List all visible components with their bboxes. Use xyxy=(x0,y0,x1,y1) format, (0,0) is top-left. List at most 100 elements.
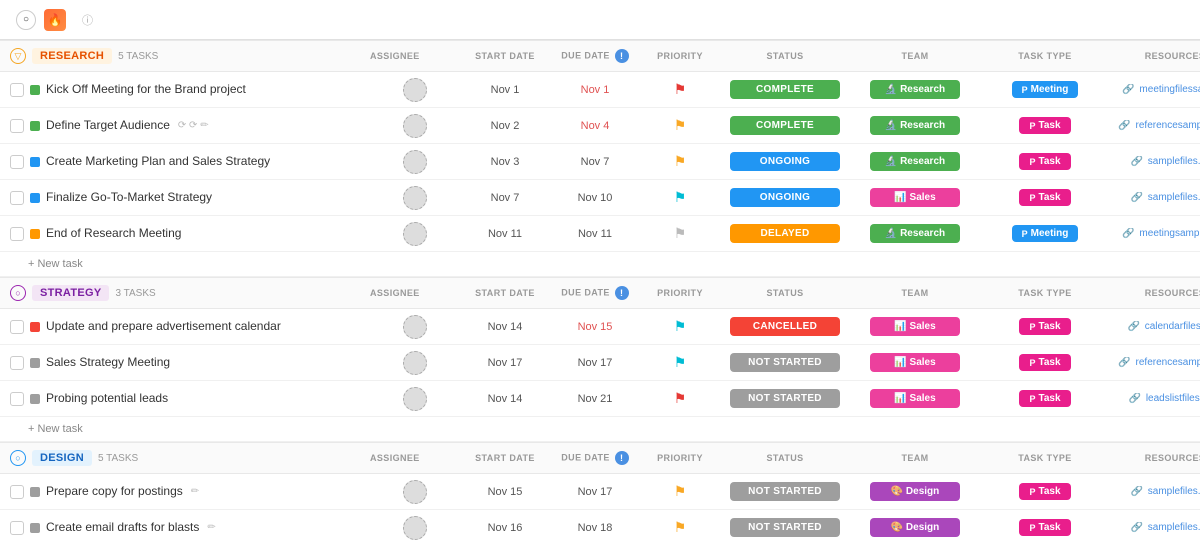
status-cell[interactable]: ONGOING xyxy=(720,152,850,171)
task-type-cell[interactable]: P Task xyxy=(980,153,1110,170)
due-date-cell[interactable]: Nov 7 xyxy=(550,156,640,168)
task-type-cell[interactable]: P Task xyxy=(980,483,1110,500)
section-header-research: ▽ RESEARCH 5 TASKS ASSIGNEE START DATE D… xyxy=(0,40,1200,72)
table-row: Create Marketing Plan and Sales Strategy… xyxy=(0,144,1200,180)
task-type-cell[interactable]: P Task xyxy=(980,318,1110,335)
task-checkbox[interactable] xyxy=(10,485,24,499)
resource-link[interactable]: referencesample.com xyxy=(1136,357,1200,368)
resource-link[interactable]: calendarfiles.com xyxy=(1145,321,1200,332)
new-task-row[interactable]: + New task xyxy=(0,252,1200,277)
task-checkbox[interactable] xyxy=(10,521,24,535)
task-checkbox[interactable] xyxy=(10,227,24,241)
priority-cell[interactable]: ⚑ xyxy=(640,153,720,170)
priority-cell[interactable]: ⚑ xyxy=(640,225,720,242)
task-type-cell[interactable]: P Task xyxy=(980,519,1110,536)
due-date-cell[interactable]: Nov 4 xyxy=(550,120,640,132)
task-checkbox[interactable] xyxy=(10,191,24,205)
col-due-date: DUE DATE ! xyxy=(550,49,640,63)
status-cell[interactable]: NOT STARTED xyxy=(720,389,850,408)
team-cell[interactable]: 📊 Sales xyxy=(850,188,980,207)
due-date-cell[interactable]: Nov 17 xyxy=(550,357,640,369)
task-type-cell[interactable]: P Task xyxy=(980,354,1110,371)
team-cell[interactable]: 🔬 Research xyxy=(850,116,980,135)
priority-cell[interactable]: ⚑ xyxy=(640,390,720,407)
col-start-date: START DATE xyxy=(460,51,550,61)
resource-link[interactable]: leadslistfiles.com xyxy=(1146,393,1200,404)
team-cell[interactable]: 🎨 Design xyxy=(850,482,980,501)
resource-link[interactable]: samplefiles.com xyxy=(1148,522,1200,533)
status-cell[interactable]: COMPLETE xyxy=(720,80,850,99)
priority-cell[interactable]: ⚑ xyxy=(640,189,720,206)
edit-icon[interactable]: ✏ xyxy=(191,486,199,497)
status-cell[interactable]: ONGOING xyxy=(720,188,850,207)
due-date-cell[interactable]: Nov 18 xyxy=(550,522,640,534)
task-name: Kick Off Meeting for the Brand project xyxy=(46,82,246,98)
priority-cell[interactable]: ⚑ xyxy=(640,117,720,134)
back-button[interactable]: ○ xyxy=(16,10,36,30)
priority-cell[interactable]: ⚑ xyxy=(640,354,720,371)
status-cell[interactable]: NOT STARTED xyxy=(720,518,850,537)
team-cell[interactable]: 📊 Sales xyxy=(850,317,980,336)
priority-cell[interactable]: ⚑ xyxy=(640,318,720,335)
resource-link[interactable]: samplefiles.com xyxy=(1148,192,1200,203)
section-toggle-strategy[interactable]: ○ xyxy=(10,285,26,301)
col-task-type: TASK TYPE xyxy=(980,51,1110,61)
task-checkbox[interactable] xyxy=(10,356,24,370)
resource-link[interactable]: meetingfilessample. xyxy=(1139,84,1200,95)
status-cell[interactable]: NOT STARTED xyxy=(720,353,850,372)
team-badge: 🔬 Research xyxy=(870,116,960,135)
task-checkbox[interactable] xyxy=(10,119,24,133)
col-priority: PRIORITY xyxy=(640,51,720,61)
status-cell[interactable]: DELAYED xyxy=(720,224,850,243)
section-toggle-research[interactable]: ▽ xyxy=(10,48,26,64)
status-cell[interactable]: COMPLETE xyxy=(720,116,850,135)
resource-link[interactable]: referencesample.com xyxy=(1136,120,1200,131)
resource-icon: 🔗 xyxy=(1122,84,1134,95)
info-icon[interactable]: ⓘ xyxy=(82,12,93,28)
due-date-cell[interactable]: Nov 15 xyxy=(550,321,640,333)
task-checkbox[interactable] xyxy=(10,155,24,169)
priority-cell[interactable]: ⚑ xyxy=(640,81,720,98)
task-name: Probing potential leads xyxy=(46,391,168,407)
due-date-cell[interactable]: Nov 1 xyxy=(550,84,640,96)
priority-cell[interactable]: ⚑ xyxy=(640,483,720,500)
due-date-cell[interactable]: Nov 11 xyxy=(550,228,640,240)
team-cell[interactable]: 🔬 Research xyxy=(850,80,980,99)
due-date-cell[interactable]: Nov 10 xyxy=(550,192,640,204)
col-team: TEAM xyxy=(850,453,980,463)
task-type-cell[interactable]: P Task xyxy=(980,189,1110,206)
section-title-area: ○ DESIGN 5 TASKS xyxy=(10,450,370,466)
status-badge: NOT STARTED xyxy=(730,389,840,408)
task-type-cell[interactable]: P Task xyxy=(980,117,1110,134)
priority-cell[interactable]: ⚑ xyxy=(640,519,720,536)
team-cell[interactable]: 🔬 Research xyxy=(850,152,980,171)
status-cell[interactable]: NOT STARTED xyxy=(720,482,850,501)
new-task-row[interactable]: + New task xyxy=(0,417,1200,442)
task-name: Create email drafts for blasts xyxy=(46,520,199,536)
resources-cell: 🔗 calendarfiles.com xyxy=(1110,321,1200,332)
status-cell[interactable]: CANCELLED xyxy=(720,317,850,336)
section-toggle-design[interactable]: ○ xyxy=(10,450,26,466)
task-type-cell[interactable]: P Meeting xyxy=(980,225,1110,242)
task-checkbox[interactable] xyxy=(10,83,24,97)
team-cell[interactable]: 🎨 Design xyxy=(850,518,980,537)
task-checkbox[interactable] xyxy=(10,392,24,406)
avatar xyxy=(403,222,427,246)
edit-icon[interactable]: ✏ xyxy=(207,522,215,533)
avatar xyxy=(403,351,427,375)
due-date-cell[interactable]: Nov 21 xyxy=(550,393,640,405)
due-date-icon: ! xyxy=(615,451,629,465)
task-type-cell[interactable]: P Meeting xyxy=(980,81,1110,98)
resource-icon: 🔗 xyxy=(1131,156,1143,167)
team-cell[interactable]: 🔬 Research xyxy=(850,224,980,243)
resource-link[interactable]: meetingsamplefile.s xyxy=(1139,228,1200,239)
task-checkbox[interactable] xyxy=(10,320,24,334)
due-date-cell[interactable]: Nov 17 xyxy=(550,486,640,498)
resource-link[interactable]: samplefiles.com xyxy=(1148,156,1200,167)
section-header-design: ○ DESIGN 5 TASKS ASSIGNEE START DATE DUE… xyxy=(0,442,1200,474)
team-cell[interactable]: 📊 Sales xyxy=(850,389,980,408)
new-task-header-button[interactable] xyxy=(101,18,113,22)
team-cell[interactable]: 📊 Sales xyxy=(850,353,980,372)
task-type-cell[interactable]: P Task xyxy=(980,390,1110,407)
resource-link[interactable]: samplefiles.com xyxy=(1148,486,1200,497)
